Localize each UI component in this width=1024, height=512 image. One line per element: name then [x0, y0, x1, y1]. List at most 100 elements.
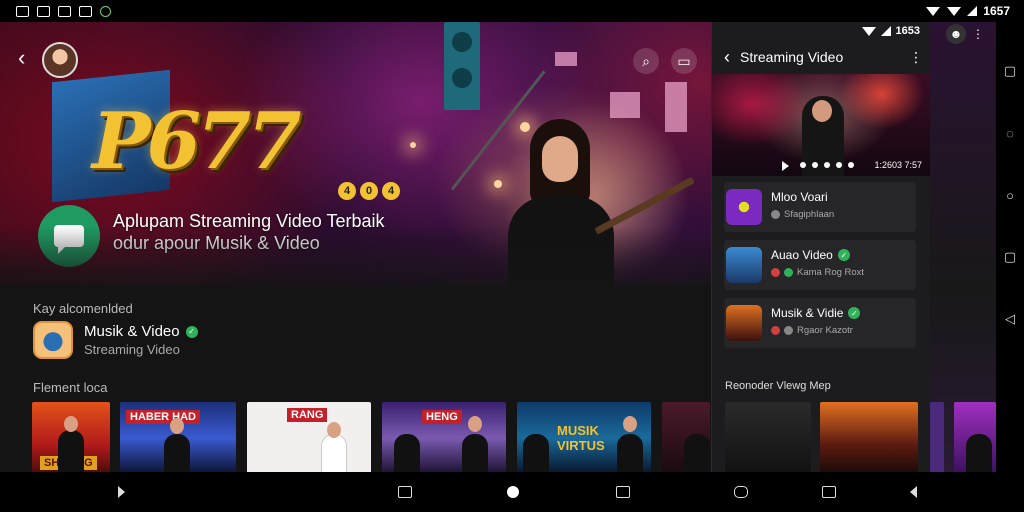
panel-section-label: Reonoder Vlewg Mep	[725, 380, 831, 392]
logo-badge: 0	[360, 182, 378, 200]
notification-icon-2	[37, 5, 50, 17]
video-player[interactable]: 1:2603 7:57	[712, 74, 930, 176]
video-thumb[interactable]: SHATING	[32, 402, 110, 472]
panel-list-item[interactable]: Auao Video ✓ Kama Rog Roxt	[724, 240, 916, 290]
recommended-app-icon[interactable]	[33, 321, 73, 359]
home-icon[interactable]: ○	[1003, 188, 1017, 203]
status-bar-right: 1657	[947, 4, 1010, 18]
panel-title: Streaming Video	[740, 49, 844, 65]
side-panel: 1653 ‹ Streaming Video ⋮ 1:2603 7:57 Mlo…	[711, 22, 930, 472]
logo-badge: 4	[338, 182, 356, 200]
rotate-icon[interactable]	[734, 486, 748, 498]
more-options-icon[interactable]: ⋮	[968, 24, 988, 44]
thumb-figure	[684, 434, 710, 472]
item-subtitle-text: Rgaor Kazotr	[797, 325, 853, 336]
video-thumb-partial[interactable]	[930, 402, 944, 474]
home-icon[interactable]	[507, 486, 519, 498]
recommended-app-subtitle: Streaming Video	[84, 342, 180, 357]
video-thumb[interactable]: HABER HAD	[120, 402, 236, 472]
play-icon[interactable]	[782, 161, 789, 171]
item-title-text: Mloo Voari	[771, 190, 828, 204]
hero-tagline: Aplupam Streaming Video Terbaik odur apo…	[113, 210, 385, 254]
item-subtitle: Sfagiphlaan	[771, 209, 834, 220]
thumb-figure	[321, 434, 347, 472]
logo-badges: 4 0 4	[338, 182, 400, 200]
verified-check-icon: ✓	[848, 307, 861, 319]
app-logo: P677 4 0 4	[52, 54, 400, 204]
search-icon[interactable]: ⌕	[633, 48, 659, 74]
item-subtitle-text: Kama Rog Roxt	[797, 267, 865, 278]
video-thumb[interactable]	[725, 402, 811, 472]
recommended-app-name: Musik & Video	[84, 323, 180, 340]
video-thumb[interactable]	[662, 402, 710, 472]
panel-header: ‹ Streaming Video ⋮	[712, 40, 930, 74]
item-subtitle-text: Sfagiphlaan	[784, 209, 835, 220]
video-thumb[interactable]	[820, 402, 918, 472]
thumb-figure	[617, 434, 643, 472]
notification-icon	[16, 5, 29, 17]
video-thumb[interactable]: RANG	[247, 402, 371, 472]
carousel-dot[interactable]	[812, 162, 818, 168]
carousel-dot[interactable]	[800, 162, 806, 168]
back-arrow-icon[interactable]: ‹	[18, 47, 36, 69]
overview-icon[interactable]: ▢	[1003, 249, 1017, 264]
signal-icon	[967, 6, 978, 16]
app-notification-icon	[79, 5, 92, 17]
signal-icon	[880, 26, 891, 36]
video-thumb[interactable]: HENG	[382, 402, 506, 472]
item-thumbnail	[726, 189, 762, 225]
panel-list-item[interactable]: Mloo Voari Sfagiphlaan	[724, 182, 916, 232]
thumb-face	[327, 422, 341, 438]
video-thumb[interactable]	[954, 402, 996, 474]
thumb-label: HENG	[422, 410, 462, 424]
window-icon[interactable]	[822, 486, 836, 498]
back-icon[interactable]	[910, 486, 917, 498]
back-arrow-icon[interactable]: ‹	[724, 47, 730, 68]
thumb-face	[64, 416, 78, 432]
thumb-figure	[966, 434, 992, 474]
carousel-dot[interactable]	[848, 162, 854, 168]
logo-text: P677	[92, 96, 301, 187]
recents-icon[interactable]: ▢	[1003, 63, 1017, 78]
overview-icon[interactable]	[616, 486, 630, 498]
library-icon[interactable]	[118, 486, 125, 498]
item-subtitle: Rgaor Kazotr	[771, 325, 853, 336]
more-options-icon[interactable]: ⋮	[909, 49, 923, 66]
profile-icon[interactable]: ☻	[946, 24, 966, 44]
chat-bubble-icon[interactable]	[38, 205, 100, 267]
panel-list-item[interactable]: Musik & Vidie ✓ Rgaor Kazotr	[724, 298, 916, 348]
thumb-figure	[725, 402, 811, 448]
thumb-figure	[164, 434, 190, 472]
gallery-icon	[58, 5, 71, 17]
stage-lamp	[555, 52, 577, 66]
recents-icon[interactable]	[398, 486, 412, 498]
settings-icon[interactable]: ◌	[1003, 126, 1017, 141]
verified-check-icon: ✓	[837, 249, 850, 261]
carousel-dot[interactable]	[824, 162, 830, 168]
cast-icon[interactable]: ▭	[671, 48, 697, 74]
item-title: Musik & Vidie ✓	[771, 306, 861, 320]
background-strip	[930, 22, 996, 474]
video-thumb[interactable]: MUSIK VIRTUS	[517, 402, 651, 472]
system-nav-rail: ▢ ◌ ○ ▢ ◁	[996, 22, 1024, 472]
status-time: 1657	[983, 4, 1010, 18]
item-title: Auao Video ✓	[771, 248, 850, 262]
carousel-dot[interactable]	[836, 162, 842, 168]
item-title-text: Auao Video	[771, 248, 833, 262]
stage-light	[410, 142, 416, 148]
channel-icon	[784, 268, 793, 277]
thumb-label: RANG	[287, 408, 328, 422]
thumb-face	[468, 416, 482, 432]
wifi-icon	[926, 6, 940, 16]
thumb-face	[170, 418, 184, 434]
tagline-line-1: Aplupam Streaming Video Terbaik	[113, 211, 385, 231]
singer-face	[542, 136, 578, 182]
channel-icon	[771, 326, 780, 335]
system-nav-bar	[0, 472, 1024, 512]
item-thumbnail	[726, 305, 762, 341]
stage-lamp	[665, 82, 687, 132]
recommended-section-label: Kay alcomenlded	[33, 301, 133, 316]
recommended-app-title[interactable]: Musik & Video ✓	[84, 323, 198, 340]
item-thumbnail	[726, 247, 762, 283]
back-icon[interactable]: ◁	[1003, 311, 1017, 326]
